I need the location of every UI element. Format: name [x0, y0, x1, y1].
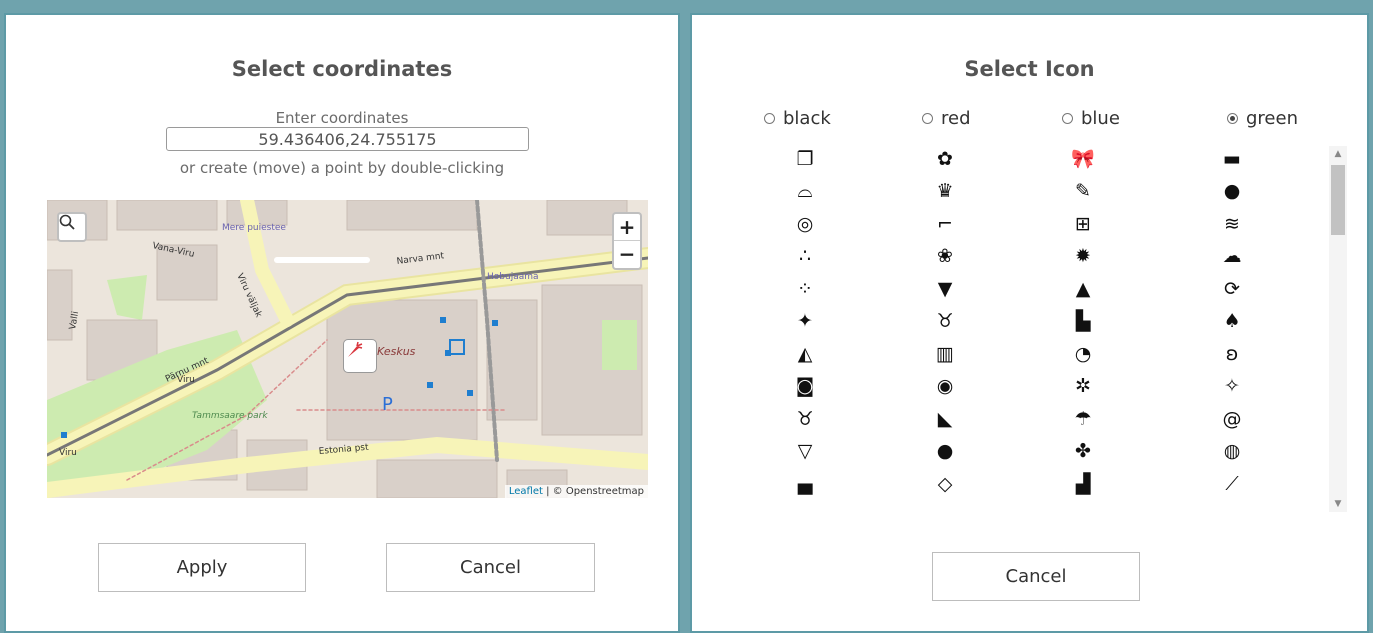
map-label: Mere puiestee [222, 223, 286, 233]
dialog-title: Select Icon [964, 57, 1095, 81]
snowflakes-icon[interactable]: ⁘ [790, 276, 820, 302]
bread-icon[interactable]: ❐ [790, 146, 820, 172]
first-aid-icon[interactable]: ⊞ [1068, 211, 1098, 237]
cake-icon[interactable]: ▙ [1068, 309, 1098, 335]
strawberry-icon[interactable]: ● [1217, 179, 1247, 205]
scroll-up-arrow-icon[interactable]: ▲ [1329, 146, 1347, 162]
carrot-icon [348, 341, 363, 357]
map-label: Hobujaama [487, 272, 539, 282]
cheese-icon[interactable]: ◭ [790, 341, 820, 367]
deer-icon[interactable]: ♉ [930, 309, 960, 335]
map-search-button[interactable] [57, 212, 87, 242]
cancel-button[interactable]: Cancel [386, 543, 595, 592]
shoe-icon[interactable]: ⌓ [790, 179, 820, 205]
mountain-icon[interactable]: ▲ [1068, 276, 1098, 302]
zoom-out-button[interactable]: − [614, 241, 640, 267]
color-option-label: black [783, 108, 831, 129]
candy-icon[interactable]: ✎ [1068, 179, 1098, 205]
select-coordinates-dialog: Select coordinates Enter coordinates or … [4, 13, 680, 633]
high-heel-icon[interactable]: ⌐ [930, 211, 960, 237]
radio-unchecked-icon[interactable] [764, 113, 775, 124]
cake-basket-icon[interactable]: ♛ [930, 179, 960, 205]
color-option-green[interactable]: green [1227, 108, 1298, 129]
coordinates-hint: or create (move) a point by double-click… [179, 159, 505, 177]
tornado-icon[interactable]: ▼ [930, 276, 960, 302]
scrollbar[interactable]: ▲ ▼ [1329, 146, 1347, 512]
snail-icon[interactable]: @ [1217, 406, 1247, 432]
color-option-label: red [941, 108, 971, 129]
storm-icon[interactable]: ☁ [1217, 244, 1247, 270]
map-marker[interactable] [343, 339, 377, 373]
map-label: Tammsaare park [192, 411, 268, 421]
map-label: Viru [177, 375, 195, 385]
apply-button[interactable]: Apply [98, 543, 306, 592]
butterfly-icon[interactable]: ʚ [1217, 341, 1247, 367]
sun-icon[interactable]: ✹ [1068, 244, 1098, 270]
comb-icon[interactable]: ⟋ [1217, 471, 1247, 497]
ant-icon[interactable]: ✲ [1068, 374, 1098, 400]
scroll-down-arrow-icon[interactable]: ▼ [1329, 496, 1347, 512]
color-option-label: green [1246, 108, 1298, 129]
zoom-in-button[interactable]: + [614, 214, 640, 241]
cancel-button[interactable]: Cancel [932, 552, 1140, 601]
drops-icon[interactable]: ∴ [790, 244, 820, 270]
toilet-icon[interactable]: ▟ [1068, 471, 1098, 497]
map-label: Viru [59, 448, 77, 458]
mushroom-icon[interactable]: ♠ [1217, 309, 1247, 335]
map-label: Keskus [377, 345, 416, 358]
apple-icon[interactable]: ◔ [1068, 341, 1098, 367]
color-option-label: blue [1081, 108, 1120, 129]
select-icon-dialog: Select Icon black red blue green ❐ ✿ 🎀 ▬ ⌓ ♛ ✎ ● ◎ ⌐… [690, 13, 1369, 633]
wind-icon[interactable]: ≋ [1217, 211, 1247, 237]
dialog-title: Select coordinates [231, 57, 453, 81]
shark-icon[interactable]: ◣ [930, 406, 960, 432]
graduate-icon[interactable]: ▄ [790, 471, 820, 497]
zoom-control: + − [612, 212, 642, 270]
bat-icon[interactable]: ✦ [790, 309, 820, 335]
cloud-icon[interactable]: ❀ [930, 244, 960, 270]
map[interactable]: Mere puiestee Vana-Viru Narva mnt Hobuja… [47, 200, 648, 498]
coordinates-input[interactable] [166, 127, 529, 151]
clover-icon[interactable]: ✤ [1068, 439, 1098, 465]
umbrella-icon[interactable]: ☂ [1068, 406, 1098, 432]
owl-icon[interactable]: ◍ [1217, 439, 1247, 465]
icon-grid: ❐ ✿ 🎀 ▬ ⌓ ♛ ✎ ● ◎ ⌐ ⊞ ≋ ∴ ❀ ✹ ☁ ⁘ ▼ ▲ ⟳ ✦ ♉ ▙ ♠ ◭ ▥ ◔ ʚ ◙ ◉ ✲ ✧ ♉ ◣ ☂ @ ▽ ● ✤ ◍… [762, 146, 1322, 516]
search-icon [59, 214, 75, 230]
fox-icon[interactable]: ▽ [790, 439, 820, 465]
bottle-icon[interactable]: ◇ [930, 471, 960, 497]
scroll-thumb[interactable] [1331, 165, 1345, 235]
radio-unchecked-icon[interactable] [1062, 113, 1073, 124]
color-radio-group: black red blue green [692, 108, 1367, 132]
cow-icon[interactable]: ♉ [790, 406, 820, 432]
color-option-black[interactable]: black [764, 108, 831, 129]
flower-icon[interactable]: ✿ [930, 146, 960, 172]
cup-icon[interactable]: ▥ [930, 341, 960, 367]
recycle-icon[interactable]: ⟳ [1217, 276, 1247, 302]
leaflet-link[interactable]: Leaflet [509, 486, 543, 497]
monitor-icon[interactable]: ▬ [1217, 146, 1247, 172]
map-attribution: Leaflet | © Openstreetmap [504, 485, 648, 498]
donut-icon[interactable]: ◎ [790, 211, 820, 237]
color-option-red[interactable]: red [922, 108, 971, 129]
bow-icon[interactable]: 🎀 [1068, 146, 1098, 172]
radio-checked-icon[interactable] [1227, 113, 1238, 124]
radio-unchecked-icon[interactable] [922, 113, 933, 124]
osm-attribution[interactable]: | © Openstreetmap [546, 486, 644, 497]
monkey-icon[interactable]: ◙ [790, 374, 820, 400]
mask-icon[interactable]: ◉ [930, 374, 960, 400]
coordinates-label: Enter coordinates [275, 109, 409, 127]
bear-icon[interactable]: ● [930, 439, 960, 465]
fairy-icon[interactable]: ✧ [1217, 374, 1247, 400]
color-option-blue[interactable]: blue [1062, 108, 1120, 129]
map-label: P [382, 394, 393, 415]
